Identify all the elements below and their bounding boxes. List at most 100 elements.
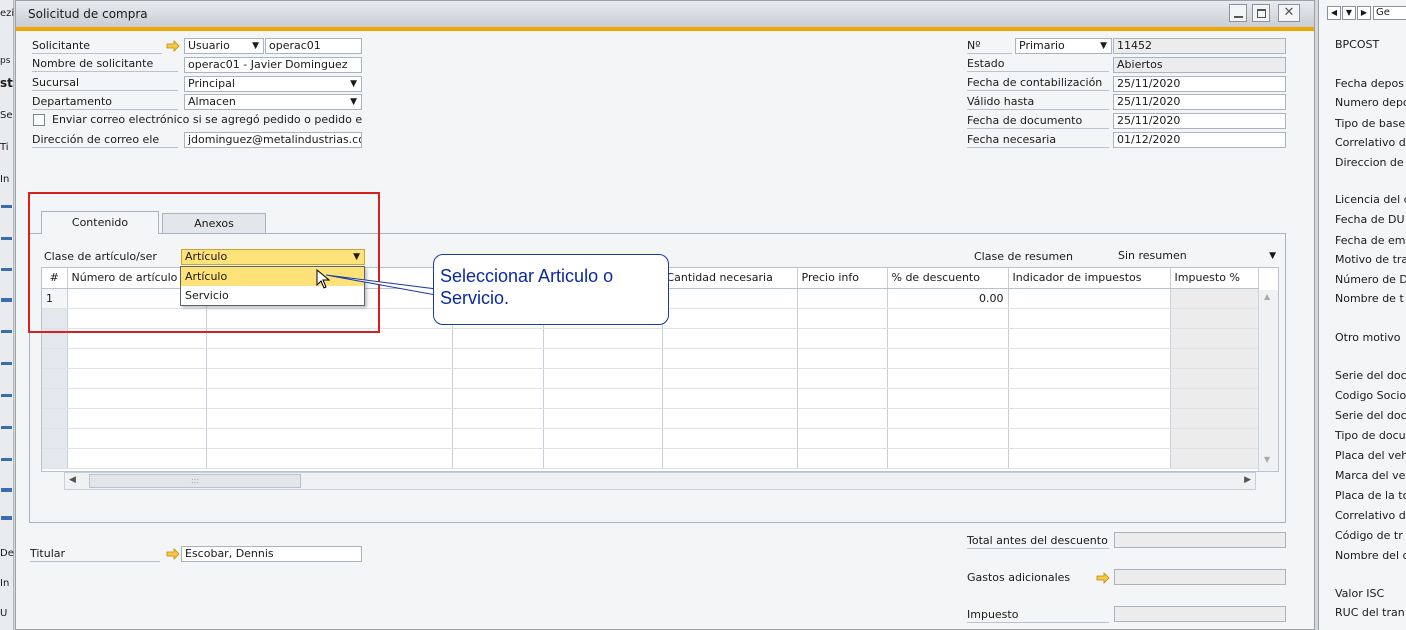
grid-cell[interactable] — [1008, 288, 1171, 309]
col-header[interactable]: Precio info — [797, 268, 888, 289]
col-header[interactable]: % de descuento — [887, 268, 1009, 289]
valido-label: Válido hasta — [967, 95, 1109, 110]
rp-label: Correlativo d — [1335, 136, 1406, 149]
rp-title: BPCOST — [1335, 38, 1380, 51]
table-row[interactable] — [42, 388, 1259, 409]
rp-label: Número de D — [1335, 273, 1406, 286]
maximize-button[interactable] — [1252, 4, 1270, 22]
titular-label: Titular — [30, 547, 160, 562]
scroll-up-icon[interactable]: ▲ — [1264, 292, 1270, 301]
scroll-right-icon[interactable]: ▶ — [1244, 475, 1251, 485]
left-strip-item[interactable]: st — [0, 76, 13, 90]
scroll-left-icon[interactable]: ◀ — [69, 475, 76, 485]
nav-next-icon[interactable]: ▶ — [1357, 6, 1371, 20]
horizontal-scrollbar[interactable]: ◀ ::: ▶ — [64, 472, 1256, 490]
solicitante-type-select[interactable]: Usuario ▼ — [184, 38, 264, 54]
table-row[interactable] — [42, 428, 1259, 449]
summary-select[interactable]: Sin resumen ▼ — [1115, 249, 1280, 265]
rp-label: Fecha de DU — [1335, 213, 1405, 226]
accent-bar — [16, 27, 1314, 31]
strip-icon[interactable] — [1, 330, 12, 333]
strip-icon[interactable] — [1, 488, 12, 492]
right-panel: ◀ ▼ ▶ Ge BPCOST Fecha depos Numero depo … — [1318, 0, 1406, 630]
sucursal-select[interactable]: Principal ▼ — [184, 76, 362, 92]
left-strip-item[interactable]: De — [0, 548, 14, 559]
strip-icon[interactable] — [1, 516, 12, 520]
nav-field[interactable]: Ge — [1373, 6, 1406, 20]
solicitante-code-field[interactable]: operac01 — [265, 38, 362, 54]
link-arrow-icon[interactable] — [166, 40, 180, 52]
strip-icon[interactable] — [1, 362, 12, 365]
rp-label: Tipo de base — [1335, 117, 1406, 130]
table-row[interactable] — [42, 368, 1259, 389]
email-checkbox[interactable] — [33, 114, 45, 126]
nav-select-icon[interactable]: ▼ — [1342, 6, 1356, 20]
rp-label: Licencia del c — [1335, 193, 1406, 206]
minimize-icon — [1234, 16, 1243, 18]
titular-field[interactable]: Escobar, Dennis — [181, 546, 362, 562]
impuesto-field — [1114, 606, 1286, 622]
chevron-down-icon: ▼ — [1269, 251, 1276, 261]
estado-label: Estado — [967, 57, 1109, 72]
table-row[interactable] — [42, 348, 1259, 369]
link-arrow-icon[interactable] — [1096, 572, 1110, 584]
left-strip-item[interactable]: Ti — [0, 142, 9, 153]
rp-label: Placa de la to — [1335, 489, 1406, 502]
col-header[interactable]: Indicador de impuestos — [1008, 268, 1171, 289]
left-strip-item[interactable]: ezi — [0, 8, 14, 19]
rp-label: Otro motivo — [1335, 331, 1401, 344]
grid-cell[interactable] — [1170, 288, 1259, 309]
rp-label: Serie del doc — [1335, 409, 1406, 422]
strip-icon[interactable] — [1, 394, 12, 397]
rp-label: Fecha de em — [1335, 234, 1406, 247]
table-row[interactable] — [42, 408, 1259, 429]
col-header[interactable]: Cantidad necesaria — [662, 268, 798, 289]
valido-field[interactable]: 25/11/2020 — [1113, 94, 1286, 110]
table-row[interactable] — [42, 448, 1259, 469]
scroll-thumb[interactable]: ::: — [89, 474, 301, 488]
strip-icon[interactable] — [1, 237, 12, 240]
left-strip-item[interactable]: ps — [0, 56, 10, 66]
nombre-field[interactable]: operac01 - Javier Dominguez — [184, 57, 362, 73]
direccion-field[interactable]: jdominguez@metalindustrias.co — [184, 132, 362, 148]
left-strip-item[interactable]: Se — [0, 110, 13, 121]
maximize-icon — [1257, 9, 1266, 18]
strip-icon[interactable] — [1, 458, 12, 461]
departamento-select[interactable]: Almacen ▼ — [184, 94, 362, 110]
left-strip-item[interactable]: In — [0, 578, 9, 589]
callout-pointer — [326, 274, 437, 296]
grid-cell[interactable] — [662, 288, 798, 309]
rp-label: Motivo de tra — [1335, 253, 1406, 266]
title-bar[interactable]: Solicitud de compra ✕ — [16, 1, 1314, 27]
strip-icon[interactable] — [1, 298, 12, 302]
rp-label: Nombre del c — [1335, 549, 1406, 562]
rp-label: Marca del ve — [1335, 469, 1406, 482]
strip-icon[interactable] — [1, 426, 12, 429]
link-arrow-icon[interactable] — [166, 548, 180, 560]
fecha-nec-label: Fecha necesaria — [967, 133, 1109, 148]
nav-first-icon[interactable]: ◀ — [1327, 6, 1341, 20]
rp-label: Correlativo d — [1335, 509, 1406, 522]
grid-cell-discount[interactable]: 0.00 — [887, 288, 1009, 309]
num-series-select[interactable]: Primario ▼ — [1015, 38, 1112, 54]
minimize-button[interactable] — [1229, 4, 1247, 22]
fecha-doc-field[interactable]: 25/11/2020 — [1113, 113, 1286, 129]
fecha-cont-field[interactable]: 25/11/2020 — [1113, 76, 1286, 92]
rp-label: Fecha depos — [1335, 77, 1404, 90]
summary-label: Clase de resumen — [974, 250, 1073, 263]
fecha-doc-label: Fecha de documento — [967, 114, 1109, 129]
chevron-down-icon: ▼ — [252, 41, 259, 51]
scroll-down-icon[interactable]: ▼ — [1264, 455, 1270, 464]
strip-icon[interactable] — [1, 268, 12, 271]
fecha-nec-field[interactable]: 01/12/2020 — [1113, 132, 1286, 148]
grid-cell[interactable] — [797, 288, 888, 309]
close-button[interactable]: ✕ — [1278, 4, 1300, 22]
rp-label: Codigo Socio — [1335, 389, 1406, 402]
left-strip-item[interactable]: In — [0, 174, 9, 185]
chevron-down-icon: ▼ — [350, 79, 357, 89]
left-strip-item[interactable]: U — [0, 608, 7, 619]
vertical-scrollbar[interactable]: ▲ ▼ — [1258, 290, 1278, 471]
gastos-field — [1114, 569, 1286, 585]
strip-icon[interactable] — [1, 205, 12, 208]
col-header[interactable]: Impuesto % — [1170, 268, 1259, 289]
